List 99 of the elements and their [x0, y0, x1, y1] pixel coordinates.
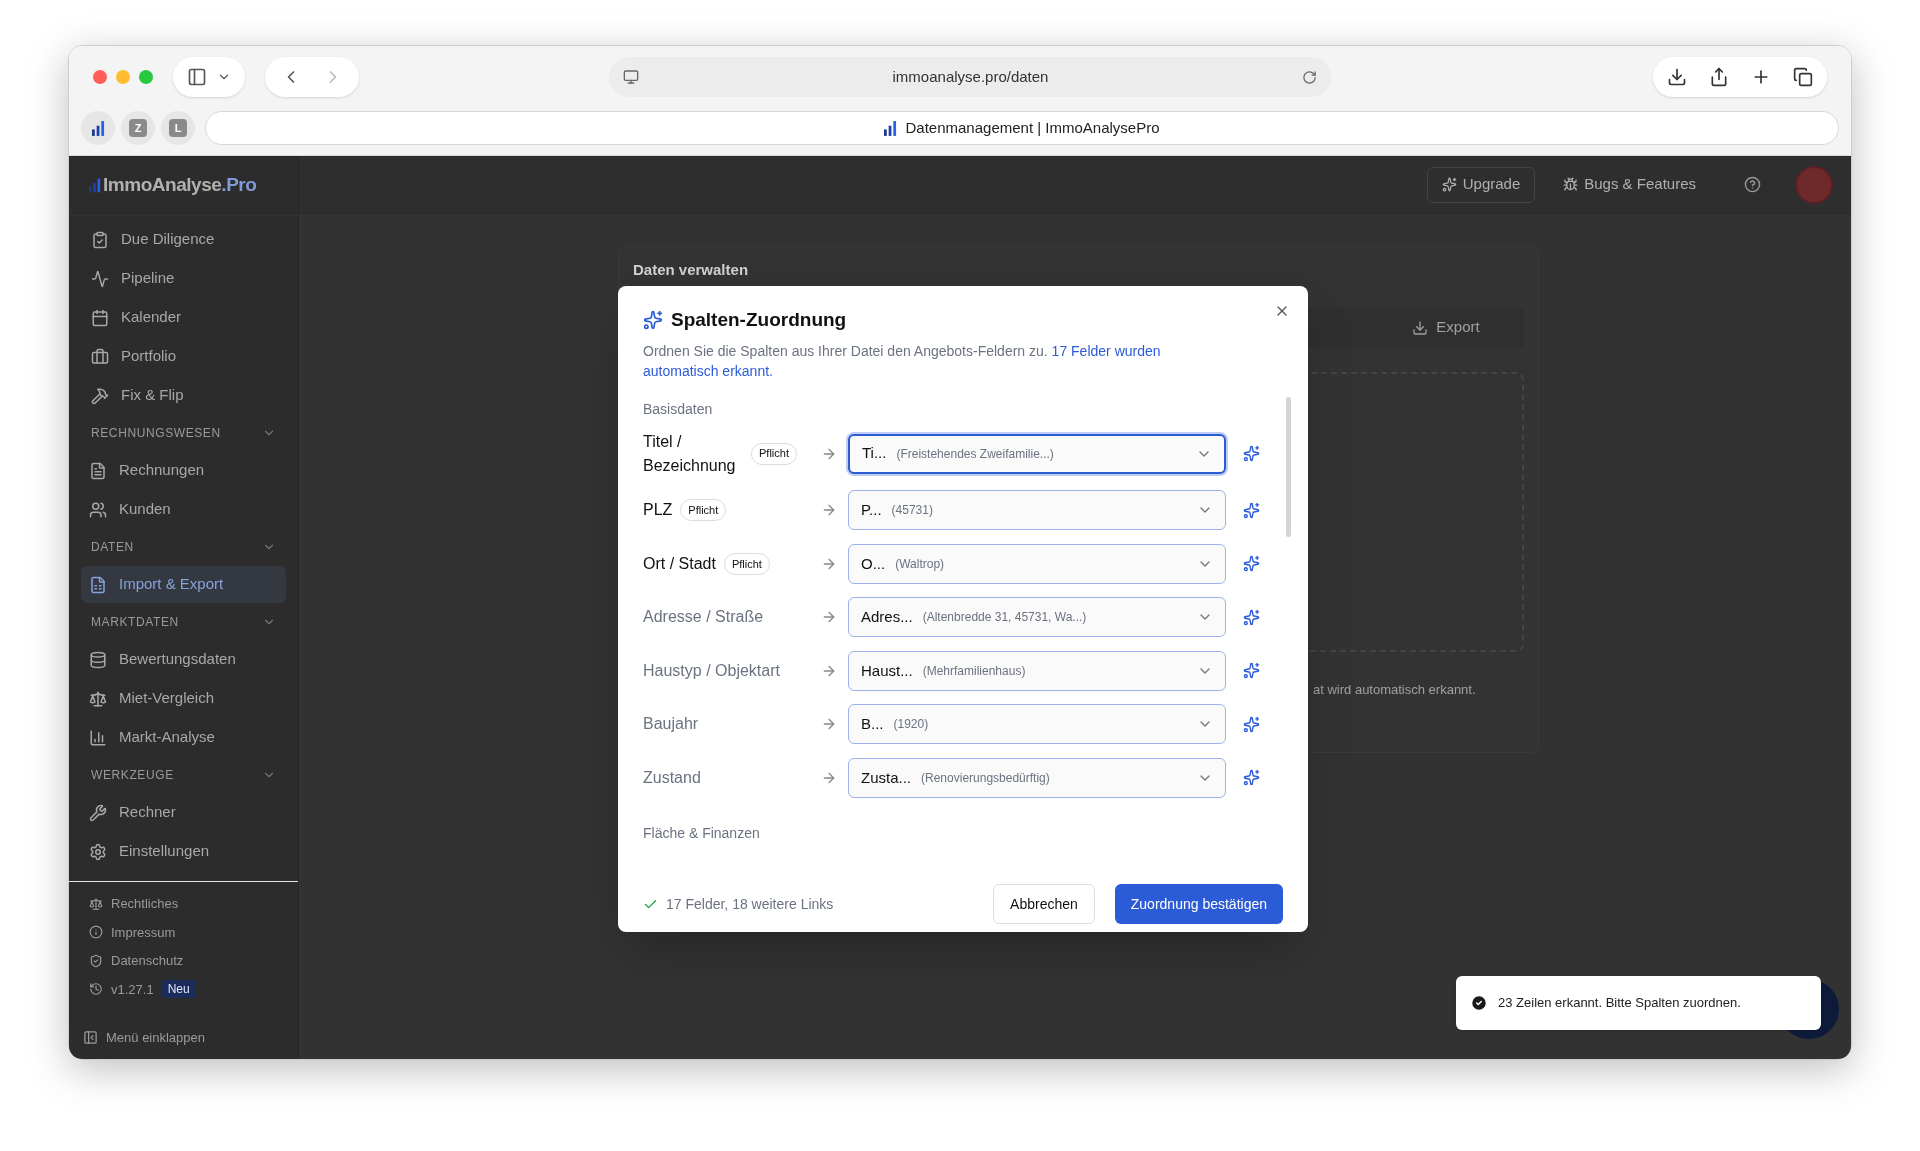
section-heading: Basisdaten [643, 399, 714, 419]
nav-icon [91, 386, 109, 405]
upgrade-button[interactable]: Upgrade [1426, 166, 1536, 203]
url-text: immoanalyse.pro/daten [891, 66, 1050, 87]
nav-icon [89, 575, 107, 594]
sparkle-icon[interactable] [1243, 501, 1260, 519]
scrollbar-thumb[interactable] [1286, 396, 1291, 537]
address-bar[interactable]: immoanalyse.pro/daten [609, 57, 1331, 97]
check-circle-icon [1470, 994, 1488, 1012]
nav-item[interactable]: Due Diligence [81, 221, 286, 258]
field-label: Baujahr [643, 714, 699, 735]
nav-icon [91, 269, 109, 288]
nav-icon [89, 689, 107, 708]
page-icon [623, 69, 639, 85]
nav-icon [89, 461, 107, 480]
nav-item[interactable]: Kunden [81, 491, 286, 528]
nav-item[interactable]: Bewertungsdaten [81, 641, 286, 678]
collapse-menu-link[interactable]: Menü einklappen [106, 1027, 206, 1047]
sparkle-icon[interactable] [1243, 608, 1260, 626]
sidebar-toggle-icon[interactable] [187, 67, 207, 87]
nav-item[interactable]: Portfolio [81, 338, 286, 375]
nav-item[interactable]: Rechner [81, 794, 286, 831]
reload-icon[interactable] [1302, 69, 1317, 85]
sparkle-icon[interactable] [1243, 445, 1260, 462]
sparkle-icon[interactable] [1243, 769, 1260, 787]
field-label: Zustand [643, 767, 701, 788]
column-select[interactable]: O... (Waltrop) [848, 543, 1226, 584]
tabs-overview-icon[interactable] [1793, 67, 1813, 87]
format-hint: at wird automatisch erkannt. [1313, 680, 1477, 699]
field-label: PLZ [643, 500, 673, 521]
field-label: Haustyp / Objektart [643, 660, 780, 681]
nav-icon [89, 500, 107, 519]
footer-link[interactable]: Impressum [89, 922, 278, 942]
nav-item[interactable]: Fix & Flip [81, 377, 286, 414]
nav-icon [89, 728, 107, 747]
nav-icon [89, 803, 107, 822]
column-select[interactable]: B... (1920) [848, 704, 1226, 745]
bugs-features-button[interactable]: Bugs & Features [1549, 166, 1710, 203]
sparkle-icon[interactable] [1243, 715, 1260, 733]
nav-item[interactable]: Markt-Analyse [81, 719, 286, 756]
nav-icon [91, 308, 109, 327]
nav-section-header[interactable]: MARKTDATEN [81, 604, 286, 640]
download-icon[interactable] [1667, 67, 1687, 87]
footer-link-icon [89, 925, 103, 940]
nav-icon [89, 842, 107, 861]
nav-section-header[interactable]: WERKZEUGE [81, 757, 286, 793]
mapping-summary: 17 Felder, 18 weitere Links [666, 894, 834, 914]
footer-link[interactable]: Datenschutz [89, 951, 278, 971]
column-select[interactable]: Adres... (Altenbredde 31, 45731, Wa...) [848, 597, 1226, 638]
sparkle-icon [643, 310, 663, 331]
footer-link[interactable]: Rechtliches [89, 894, 278, 914]
nav-section-header[interactable]: DATEN [81, 529, 286, 565]
pinned-tab[interactable] [81, 111, 115, 145]
column-select[interactable]: P... (45731) [848, 490, 1226, 531]
field-label: Adresse / Straße [643, 607, 764, 628]
nav-item[interactable]: Pipeline [81, 260, 286, 297]
toast-notification: 23 Zeilen erkannt. Bitte Spalten zuordnen. [1456, 976, 1821, 1030]
sparkle-icon[interactable] [1243, 555, 1260, 573]
bug-icon [1563, 177, 1579, 192]
nav-item[interactable]: Miet-Vergleich [81, 680, 286, 717]
nav-item[interactable]: Einstellungen [81, 833, 286, 870]
nav-item[interactable]: Import & Export [81, 566, 286, 603]
nav-item[interactable]: Kalender [81, 299, 286, 336]
app-logo[interactable]: ImmoAnalyse.Pro [103, 171, 257, 200]
field-label: Ort / Stadt [643, 553, 716, 574]
share-icon[interactable] [1709, 67, 1729, 87]
section-heading: Fläche & Finanzen [643, 823, 761, 843]
column-select[interactable]: Haust... (Mehrfamilienhaus) [848, 650, 1226, 691]
help-icon[interactable] [1744, 176, 1761, 193]
nav-section-header[interactable]: RECHNUNGSWESEN [81, 415, 286, 451]
pinned-tab[interactable]: Z [121, 111, 155, 145]
page-title: Daten verwalten [633, 260, 750, 280]
nav-icon [89, 650, 107, 669]
footer-link-icon [89, 896, 103, 911]
sparkle-icon [1441, 177, 1457, 192]
column-select[interactable]: Zusta... (Renovierungsbedürftig) [848, 757, 1226, 798]
footer-link-icon [89, 953, 103, 968]
sparkle-icon[interactable] [1243, 662, 1260, 680]
browser-tab[interactable]: Datenmanagement | ImmoAnalysePro [205, 111, 1839, 145]
cancel-button[interactable]: Abbrechen [993, 884, 1095, 925]
field-label: Titel / Bezeichnung [643, 431, 737, 476]
bar-chart-icon [91, 120, 105, 136]
dialog-title: Spalten-Zuordnung [671, 308, 847, 332]
nav-icon [91, 347, 109, 366]
collapse-icon [83, 1029, 98, 1045]
bar-chart-icon [884, 120, 898, 136]
close-window-button[interactable] [93, 70, 107, 84]
version-label: v1.27.1 [111, 980, 154, 999]
column-select[interactable]: Ti... (Freistehendes Zweifamilie...) [848, 433, 1226, 474]
new-badge: Neu [161, 980, 196, 999]
download-icon [1412, 319, 1429, 336]
pinned-tab[interactable]: L [161, 111, 195, 145]
nav-icon [91, 230, 109, 249]
dialog-description: Ordnen Sie die Spalten aus Ihrer Datei den Angebots-Feldern zu. 17 Felder wurden automatisch erkannt. [643, 341, 1162, 381]
confirm-button[interactable]: Zuordnung bestätigen [1114, 884, 1283, 925]
history-icon [89, 982, 103, 997]
export-tab[interactable]: Export [1371, 310, 1521, 345]
nav-item[interactable]: Rechnungen [81, 452, 286, 489]
bar-chart-icon [89, 177, 101, 194]
